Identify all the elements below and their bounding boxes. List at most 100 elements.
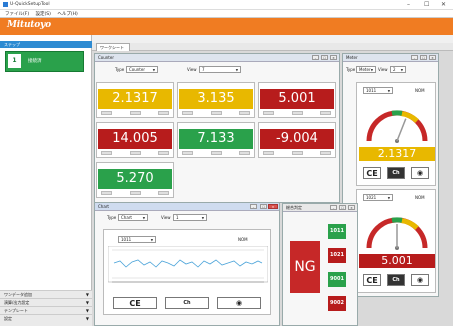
- counter-card-button[interactable]: [182, 151, 193, 155]
- chart-ce-button[interactable]: CE: [113, 297, 157, 309]
- counter-card-button[interactable]: [129, 151, 141, 155]
- panel-minimize-button[interactable]: –: [312, 55, 319, 60]
- chart-status: NOM: [238, 237, 248, 242]
- panel-maximize-button[interactable]: ☐: [339, 205, 346, 210]
- judge-result: NG: [290, 241, 320, 293]
- meter-type-select[interactable]: Meter ▼: [356, 66, 376, 73]
- judge-id-badge: 1011: [328, 224, 346, 239]
- meter-id-select[interactable]: 1021 ▼: [363, 194, 393, 201]
- minimize-button[interactable]: –: [407, 1, 410, 8]
- meter-ch-button[interactable]: Ch: [387, 274, 405, 286]
- judge-id-badge: 9002: [328, 296, 346, 311]
- chart-id-select[interactable]: 1011 ▼: [118, 236, 156, 243]
- counter-card[interactable]: 2.1317: [96, 82, 174, 118]
- meter-eye-button[interactable]: ◉: [411, 274, 429, 286]
- panel-maximize-button[interactable]: ☐: [260, 204, 267, 209]
- close-button[interactable]: ✕: [441, 1, 446, 8]
- panel-maximize-button[interactable]: ☐: [321, 55, 328, 60]
- panel-minimize-button[interactable]: –: [330, 205, 337, 210]
- counter-card-button[interactable]: [263, 151, 274, 155]
- counter-card-button[interactable]: [101, 111, 112, 115]
- window-title: U-QuickSetupTool: [10, 2, 50, 7]
- counter-card-value: 14.005: [98, 129, 172, 149]
- counter-card[interactable]: 14.005: [96, 122, 174, 158]
- panel-close-button[interactable]: ✕: [429, 55, 436, 60]
- counter-card-button[interactable]: [158, 151, 169, 155]
- menu-help[interactable]: ヘルプ(H): [57, 11, 77, 17]
- counter-card-value: 5.270: [98, 169, 172, 189]
- sidebar-footer-template[interactable]: テンプレート ▼: [0, 306, 92, 314]
- counter-card-button[interactable]: [101, 151, 112, 155]
- panel-maximize-button[interactable]: ☐: [420, 55, 427, 60]
- counter-card-button[interactable]: [129, 111, 141, 115]
- counter-card-button[interactable]: [239, 111, 250, 115]
- chevron-down-icon: ▼: [370, 68, 373, 72]
- eye-icon: ◉: [416, 169, 424, 177]
- counter-card-button[interactable]: [210, 151, 222, 155]
- sidebar-footer-add[interactable]: ワンデータ追加 ▼: [0, 290, 92, 298]
- counter-card-button[interactable]: [182, 111, 193, 115]
- counter-card-header: [180, 84, 252, 88]
- counter-card[interactable]: 7.133: [177, 122, 255, 158]
- counter-view-select[interactable]: 7 ▼: [199, 66, 241, 73]
- chart-type-select[interactable]: Chart ▼: [118, 214, 148, 221]
- counter-type-label: Type: [115, 67, 125, 72]
- counter-card-button[interactable]: [291, 111, 303, 115]
- counter-card-button[interactable]: [101, 191, 112, 195]
- sidebar-footer-settings[interactable]: 設定 ▼: [0, 314, 92, 326]
- counter-card-button[interactable]: [320, 111, 331, 115]
- meter-view-select[interactable]: 2 ▼: [390, 66, 406, 73]
- window-titlebar: [0, 0, 453, 10]
- brand-logo: Mitutoyo: [7, 20, 51, 30]
- meter-value: 2.1317: [359, 147, 435, 161]
- panel-minimize-button[interactable]: –: [411, 55, 418, 60]
- eye-icon: ◉: [235, 299, 243, 307]
- counter-card-header: [261, 124, 333, 128]
- counter-card-button[interactable]: [158, 191, 169, 195]
- counter-card-button[interactable]: [158, 111, 169, 115]
- counter-card-header: [99, 84, 171, 88]
- counter-card-buttons: [101, 111, 169, 115]
- counter-card-button[interactable]: [291, 151, 303, 155]
- judge-id-badge: 1021: [328, 248, 346, 263]
- chart-ch-button[interactable]: Ch: [165, 297, 209, 309]
- meter-eye-button[interactable]: ◉: [411, 167, 429, 179]
- trend-plot: [108, 246, 268, 283]
- chevron-down-icon: ▼: [152, 68, 155, 72]
- chevron-down-icon: ▼: [387, 196, 390, 200]
- counter-card-buttons: [182, 111, 250, 115]
- chevron-down-icon: ▼: [201, 216, 204, 220]
- sidebar: [0, 35, 92, 326]
- meter-id-select[interactable]: 1011 ▼: [363, 87, 393, 94]
- counter-card-header: [99, 164, 171, 168]
- meter-ce-button[interactable]: CE: [363, 274, 381, 286]
- counter-card-button[interactable]: [239, 151, 250, 155]
- counter-card[interactable]: 5.270: [96, 162, 174, 198]
- counter-card-button[interactable]: [320, 151, 331, 155]
- meter-status: NOM: [415, 195, 425, 200]
- chart-type-label: Type: [107, 215, 117, 220]
- panel-close-button[interactable]: ✕: [268, 204, 278, 209]
- sidebar-footer-calc[interactable]: 演算/出力設定 ▼: [0, 298, 92, 306]
- chart-eye-button[interactable]: ◉: [217, 297, 261, 309]
- panel-minimize-button[interactable]: –: [250, 204, 257, 209]
- tab-worksheet[interactable]: ワークシート: [96, 43, 130, 51]
- chart-view-select[interactable]: 1 ▼: [173, 214, 207, 221]
- counter-card-button[interactable]: [263, 111, 274, 115]
- maximize-button[interactable]: ☐: [424, 1, 429, 8]
- counter-card[interactable]: 5.001: [258, 82, 336, 118]
- counter-card-button[interactable]: [210, 111, 222, 115]
- counter-type-select[interactable]: Counter ▼: [126, 66, 158, 73]
- meter-ch-button[interactable]: Ch: [387, 167, 405, 179]
- menu-file[interactable]: ファイル(F): [5, 11, 29, 17]
- counter-card[interactable]: -9.004: [258, 122, 336, 158]
- counter-card-button[interactable]: [129, 191, 141, 195]
- chevron-down-icon: ▼: [387, 89, 390, 93]
- counter-card[interactable]: 3.135: [177, 82, 255, 118]
- chart-view-label: View: [161, 215, 171, 220]
- panel-close-button[interactable]: ✕: [348, 205, 355, 210]
- meter-ce-button[interactable]: CE: [363, 167, 381, 179]
- menu-settings[interactable]: 設定(S): [36, 11, 51, 17]
- panel-close-button[interactable]: ✕: [330, 55, 337, 60]
- meter-type-label: Type: [346, 67, 356, 72]
